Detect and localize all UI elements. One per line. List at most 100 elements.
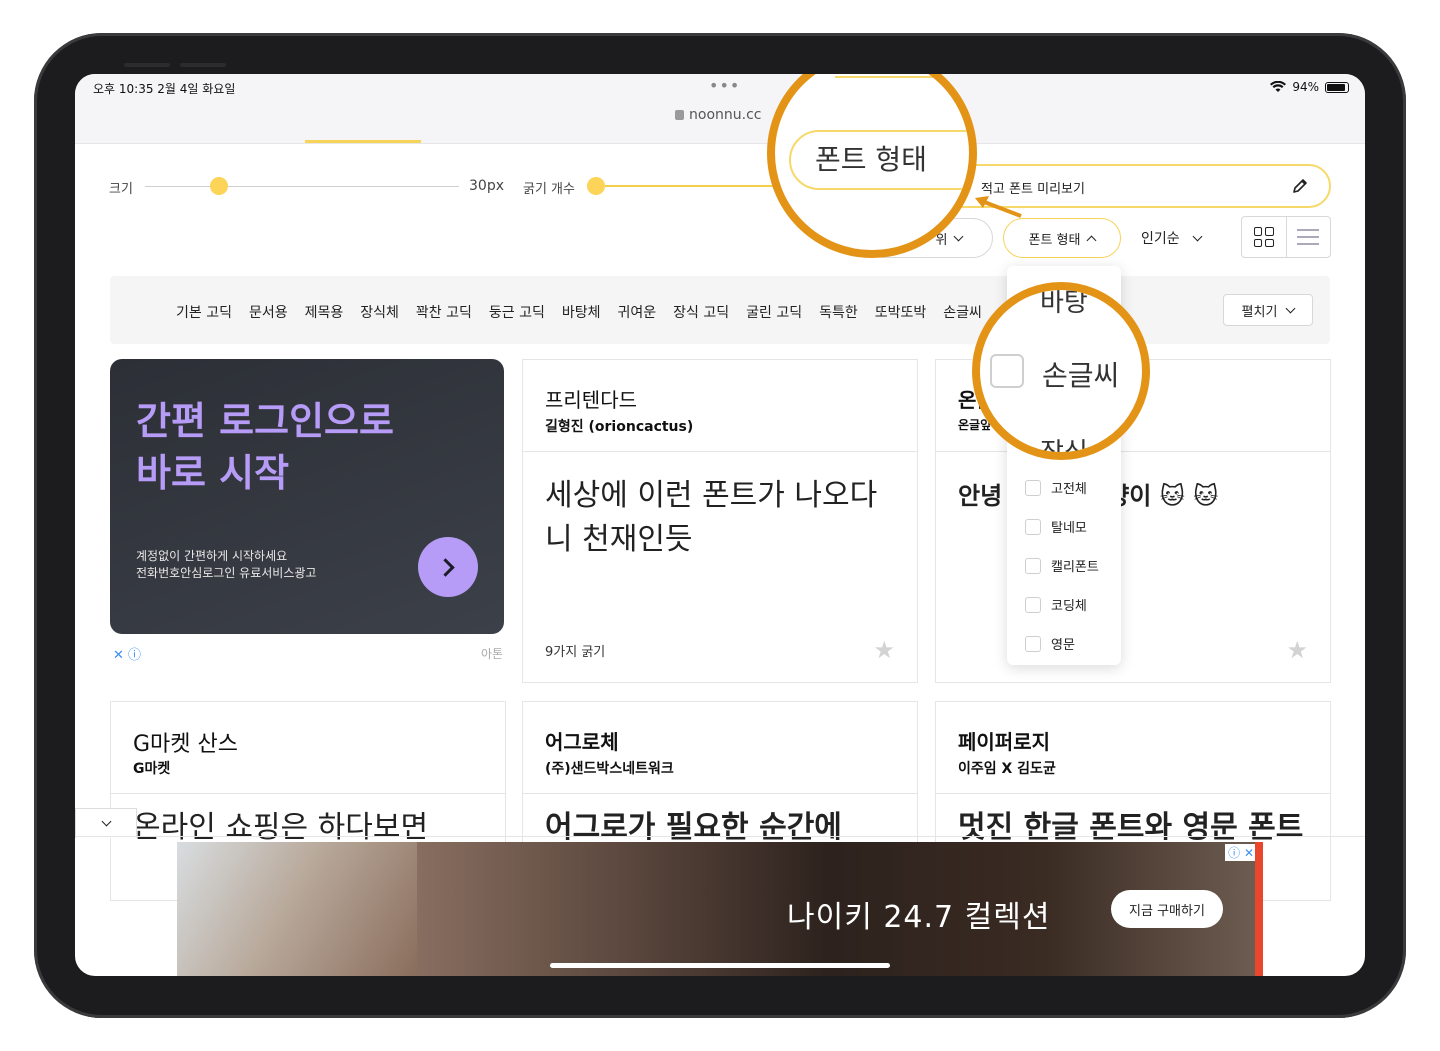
star-icon[interactable]: ★	[873, 636, 895, 664]
card-header: G마켓 산스 G마켓	[111, 702, 505, 794]
ad-info-icons[interactable]: ⓘ ✕	[1225, 844, 1257, 861]
size-slider-track[interactable]	[145, 186, 459, 187]
screen: 오후 10:35 2월 4일 화요일 ••• noonnu.cc 94% 크기 …	[75, 74, 1365, 976]
category-item[interactable]: 제목용	[305, 302, 344, 322]
wifi-icon	[1270, 81, 1287, 92]
view-toggle	[1241, 216, 1331, 258]
font-type-label: 폰트 형태	[1028, 232, 1081, 248]
option-calligraphy[interactable]: 캘리폰트	[1025, 556, 1099, 575]
expand-label: 펼치기	[1241, 304, 1278, 320]
hardware-button	[180, 63, 226, 67]
font-name: 어그로체	[545, 730, 619, 754]
option-label: 캘리폰트	[1051, 560, 1099, 575]
zoomed-option-top: 바탕	[1040, 288, 1088, 318]
size-slider-knob[interactable]	[210, 177, 228, 195]
checkbox[interactable]	[1025, 557, 1041, 574]
expand-button[interactable]: 펼치기	[1223, 294, 1313, 326]
ad-headline-line: 바로 시작	[136, 451, 290, 495]
pencil-icon[interactable]	[1291, 177, 1309, 195]
chevron-down-icon	[1285, 303, 1296, 313]
banner-cta-button[interactable]: 지금 구매하기	[1111, 890, 1223, 928]
category-item[interactable]: 장식체	[360, 302, 399, 322]
option-english[interactable]: 영문	[1025, 634, 1075, 653]
ad-info-icons[interactable]: ✕ ⓘ	[113, 644, 141, 663]
option-label: 영문	[1051, 638, 1075, 653]
checkbox[interactable]	[1025, 518, 1041, 535]
sort-dropdown[interactable]: 인기순	[1141, 228, 1203, 248]
address-bar[interactable]: noonnu.cc	[675, 107, 761, 123]
category-item[interactable]: 귀여운	[618, 302, 657, 322]
ad-source: 아톤	[481, 647, 504, 661]
category-item[interactable]: 독특한	[819, 302, 858, 322]
chevron-up-icon	[1087, 235, 1097, 245]
url-text: noonnu.cc	[689, 107, 762, 123]
size-label: 크기	[109, 182, 133, 197]
size-value: 30px	[469, 178, 504, 194]
category-bar: 기본 고딕 문서용 제목용 장식체 꽉찬 고딕 둥근 고딕 바탕체 귀여운 장식 고딕 굴린 고딕…	[110, 276, 1330, 344]
font-name: G마켓 산스	[133, 732, 239, 757]
home-indicator[interactable]	[550, 963, 890, 968]
zoomed-option-bottom: 장식	[1040, 438, 1088, 460]
option-breakout[interactable]: 탈네모	[1025, 517, 1087, 536]
category-item[interactable]: 꽉찬 고딕	[416, 302, 472, 322]
ad-sub-line: 전화번호안심로그인 유료서비스광고	[136, 566, 317, 580]
chevron-down-icon	[1192, 231, 1203, 241]
zoomed-font-type-label: 폰트 형태	[815, 143, 927, 176]
ad-sub-line: 계정없이 간편하게 시작하세요	[136, 549, 288, 563]
font-author: (주)샌드박스네트워크	[545, 761, 674, 777]
bottom-ad-banner[interactable]: 나이키 24.7 컬렉션 지금 구매하기 ⓘ ✕	[177, 842, 1263, 976]
list-view-button[interactable]	[1285, 217, 1331, 257]
font-author: G마켓	[133, 761, 171, 777]
category-item[interactable]: 굴린 고딕	[746, 302, 802, 322]
option-coding[interactable]: 코딩체	[1025, 595, 1087, 614]
zoom-callout-handwriting: 바탕 손글씨 장식	[972, 282, 1150, 460]
category-item[interactable]: 기본 고딕	[176, 302, 232, 322]
collapse-button[interactable]	[75, 808, 137, 838]
zoomed-option-handwriting: 손글씨	[1042, 359, 1120, 392]
status-right: 94%	[1270, 80, 1349, 94]
font-name: 프리텐다드	[545, 388, 637, 412]
banner-accent-stripe	[1255, 842, 1263, 976]
pointer-arrow-icon	[975, 196, 1022, 218]
ad-card[interactable]: 간편 로그인으로 바로 시작 계정없이 간편하게 시작하세요 전화번호안심로그인…	[110, 359, 504, 634]
ad-headline-line: 간편 로그인으로	[136, 399, 394, 443]
option-classic[interactable]: 고전체	[1025, 478, 1087, 497]
checkbox[interactable]	[1025, 596, 1041, 613]
banner-text: 나이키 24.7 컬렉션	[787, 900, 1051, 935]
category-item[interactable]: 문서용	[249, 302, 288, 322]
ad-arrow-button[interactable]	[418, 537, 478, 597]
zoomed-checkbox	[990, 354, 1024, 388]
category-item[interactable]: 또박또박	[875, 302, 927, 322]
divider	[75, 836, 1365, 837]
font-card[interactable]: 프리텐다드 길형진 (orioncactus) 세상에 이런 폰트가 나오다니 …	[522, 359, 918, 683]
category-item[interactable]: 둥근 고딕	[489, 302, 545, 322]
hardware-button	[124, 63, 170, 67]
weight-slider-track[interactable]	[595, 185, 795, 187]
checkbox[interactable]	[1025, 635, 1041, 652]
category-list: 기본 고딕 문서용 제목용 장식체 꽉찬 고딕 둥근 고딕 바탕체 귀여운 장식 고딕 굴린 고딕…	[176, 302, 982, 322]
font-weights: 9가지 굵기	[545, 645, 606, 660]
category-item[interactable]: 바탕체	[562, 302, 601, 322]
more-dots-icon[interactable]: •••	[709, 76, 740, 95]
font-type-dropdown[interactable]: 폰트 형태	[1003, 218, 1121, 258]
status-time: 오후 10:35 2월 4일 화요일	[93, 82, 236, 96]
checkbox[interactable]	[1025, 479, 1041, 496]
ad-subtext: 계정없이 간편하게 시작하세요 전화번호안심로그인 유료서비스광고	[136, 548, 316, 582]
chevron-down-icon	[954, 231, 964, 241]
category-item[interactable]: 손글씨	[943, 302, 982, 322]
font-author: 길형진 (orioncactus)	[545, 419, 694, 435]
lock-icon	[675, 110, 684, 120]
option-label: 탈네모	[1051, 521, 1087, 536]
card-header: 어그로체 (주)샌드박스네트워크	[523, 702, 917, 794]
weight-slider-knob[interactable]	[587, 177, 605, 195]
sort-label: 인기순	[1141, 231, 1180, 247]
star-icon[interactable]: ★	[1286, 636, 1308, 664]
grid-view-button[interactable]	[1242, 217, 1286, 257]
font-sample: 세상에 이런 폰트가 나오다니 천재인듯	[545, 478, 878, 557]
option-label: 고전체	[1051, 482, 1087, 497]
battery-icon	[1325, 81, 1349, 93]
ad-headline: 간편 로그인으로 바로 시작	[136, 395, 394, 499]
grid-icon	[1253, 227, 1274, 247]
option-label: 코딩체	[1051, 599, 1087, 614]
category-item[interactable]: 장식 고딕	[673, 302, 729, 322]
